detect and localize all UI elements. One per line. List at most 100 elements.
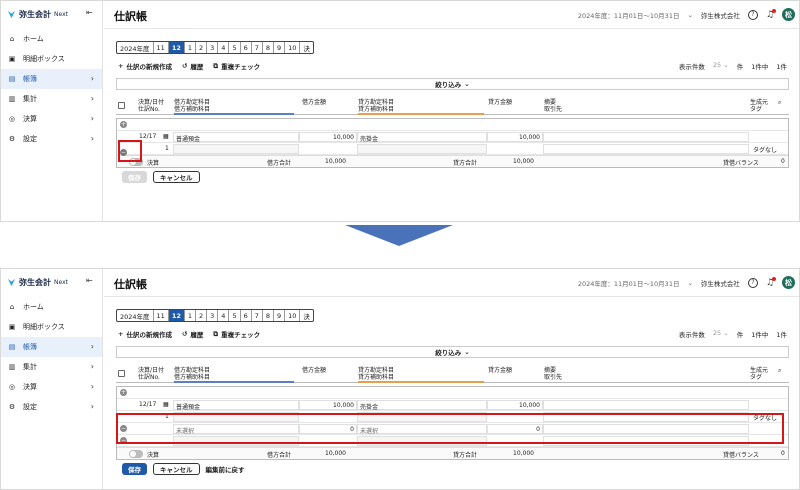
sidebar-item-settlement[interactable]: ◎ 決算 ›	[1, 377, 102, 397]
debit-amount-field[interactable]: 10,000	[299, 132, 357, 142]
cancel-button[interactable]: キャンセル	[153, 463, 200, 475]
settlement-toggle[interactable]	[129, 450, 143, 458]
credit-total: 10,000	[513, 450, 534, 457]
credit-account-field[interactable]: 売掛金	[357, 132, 487, 143]
memo-field[interactable]	[543, 132, 749, 142]
month-tab[interactable]: 8	[263, 42, 274, 53]
display-count-select[interactable]: 25 ⌄	[713, 61, 729, 71]
attachment-icon[interactable]: ⌕	[778, 99, 781, 106]
history-button[interactable]: ↺ 履歴	[182, 61, 203, 71]
month-tab[interactable]: 8	[263, 310, 274, 321]
chevron-down-icon[interactable]: ⌄	[687, 279, 692, 287]
cancel-button[interactable]: キャンセル	[153, 171, 200, 183]
month-tab[interactable]: 11	[154, 42, 169, 53]
sidebar-item-settings[interactable]: ⚙ 設定 ›	[1, 129, 102, 149]
sidebar-item-home[interactable]: ⌂ ホーム	[1, 29, 102, 49]
history-button[interactable]: ↺ 履歴	[182, 329, 203, 339]
credit-sub-field[interactable]	[357, 144, 487, 154]
add-row-icon[interactable]: +	[120, 389, 127, 396]
month-tab[interactable]: 4	[218, 310, 230, 321]
entry-date[interactable]: 12/17	[139, 133, 156, 140]
sidebar-item-settings[interactable]: ⚙ 設定 ›	[1, 397, 102, 417]
balance-value: 0	[781, 450, 785, 457]
calendar-icon[interactable]: ▦	[163, 133, 169, 140]
month-tab[interactable]: 3	[207, 310, 219, 321]
month-tab[interactable]: 9	[274, 42, 286, 53]
month-tab[interactable]: 2024年度	[117, 310, 154, 321]
chevron-down-icon[interactable]: ⌄	[687, 11, 692, 19]
month-tab[interactable]: 10	[285, 42, 301, 53]
company-name[interactable]: 弥生株式会社	[701, 10, 740, 20]
credit-amount-field[interactable]: 10,000	[487, 132, 543, 142]
bell-icon[interactable]: ♫	[766, 276, 776, 288]
save-button[interactable]: 保存	[122, 171, 147, 183]
month-tab-selected[interactable]: 12	[168, 310, 185, 321]
month-tab[interactable]: 6	[241, 310, 252, 321]
sidebar-item-summary[interactable]: ▥ 集計 ›	[1, 357, 102, 377]
month-tab[interactable]: 6	[241, 42, 252, 53]
restore-button[interactable]: 編集前に戻す	[206, 464, 245, 474]
bell-icon[interactable]: ♫	[766, 8, 776, 20]
help-icon[interactable]: ?	[747, 9, 758, 20]
select-all-checkbox[interactable]	[118, 370, 125, 377]
month-tab[interactable]: 7	[252, 42, 263, 53]
credit-account-field[interactable]: 売掛金	[357, 400, 487, 411]
collapse-sidebar-icon[interactable]: ⇤	[86, 276, 93, 285]
sidebar-item-box[interactable]: ▣ 明細ボックス	[1, 317, 102, 337]
month-tab[interactable]: 2	[196, 310, 208, 321]
credit-amount-field[interactable]: 10,000	[487, 400, 543, 410]
add-row-icon[interactable]: +	[120, 121, 127, 128]
filter-bar[interactable]: 絞り込み ⌄	[116, 78, 789, 90]
calendar-icon[interactable]: ▦	[163, 401, 169, 408]
debit-account-field[interactable]: 普通預金	[173, 400, 299, 411]
sidebar-item-box[interactable]: ▣ 明細ボックス	[1, 49, 102, 69]
avatar[interactable]: 松	[782, 276, 795, 289]
month-tab[interactable]: 決	[300, 310, 313, 321]
month-tab[interactable]: 9	[274, 310, 286, 321]
debit-sub-field[interactable]	[173, 144, 299, 154]
debit-amount-field[interactable]: 10,000	[299, 400, 357, 410]
duplicate-check-button[interactable]: ⧉ 重複チェック	[213, 61, 260, 72]
month-tab[interactable]: 11	[154, 310, 169, 321]
month-tab[interactable]: 5	[229, 310, 241, 321]
sidebar-item-books[interactable]: ▤ 帳簿 ›	[1, 69, 102, 89]
month-tab[interactable]: 2	[196, 42, 208, 53]
sidebar-item-home[interactable]: ⌂ ホーム	[1, 297, 102, 317]
save-button[interactable]: 保存	[122, 463, 147, 475]
new-entry-button[interactable]: + 仕訳の新規作成	[118, 329, 172, 339]
company-name[interactable]: 弥生株式会社	[701, 278, 740, 288]
sidebar-item-books[interactable]: ▤ 帳簿 ›	[1, 337, 102, 357]
month-tab[interactable]: 3	[207, 42, 219, 53]
help-icon[interactable]: ?	[747, 277, 758, 288]
month-tab[interactable]: 5	[229, 42, 241, 53]
month-tab[interactable]: 7	[252, 310, 263, 321]
month-tab[interactable]: 4	[218, 42, 230, 53]
fiscal-period[interactable]: 2024年度：11月01日〜10月31日	[578, 278, 680, 288]
tag-value[interactable]: タグなし	[753, 145, 777, 154]
sidebar-item-settlement[interactable]: ◎ 決算 ›	[1, 109, 102, 129]
attachment-icon[interactable]: ⌕	[778, 367, 781, 374]
chevron-right-icon: ›	[90, 402, 94, 411]
fiscal-period[interactable]: 2024年度：11月01日〜10月31日	[578, 10, 680, 20]
debit-account-field[interactable]: 普通預金	[173, 132, 299, 143]
month-tab[interactable]: 決	[300, 42, 313, 53]
table-row: +	[117, 387, 788, 399]
partner-field[interactable]	[543, 144, 749, 154]
yayoi-logo-icon	[7, 278, 16, 287]
duplicate-check-button[interactable]: ⧉ 重複チェック	[213, 329, 260, 340]
month-tab-selected[interactable]: 12	[168, 42, 185, 53]
month-tab[interactable]: 1	[185, 42, 197, 53]
avatar[interactable]: 松	[782, 8, 795, 21]
month-tab[interactable]: 10	[285, 310, 301, 321]
entry-date[interactable]: 12/17	[139, 401, 156, 408]
month-tab[interactable]: 1	[185, 310, 197, 321]
month-tab[interactable]: 2024年度	[117, 42, 154, 53]
memo-field[interactable]	[543, 400, 749, 410]
display-count-select[interactable]: 25 ⌄	[713, 329, 729, 339]
sidebar-item-summary[interactable]: ▥ 集計 ›	[1, 89, 102, 109]
entry-no: 1	[165, 145, 169, 152]
filter-bar[interactable]: 絞り込み ⌄	[116, 346, 789, 358]
select-all-checkbox[interactable]	[118, 102, 125, 109]
new-entry-button[interactable]: + 仕訳の新規作成	[118, 61, 172, 71]
collapse-sidebar-icon[interactable]: ⇤	[86, 8, 93, 17]
